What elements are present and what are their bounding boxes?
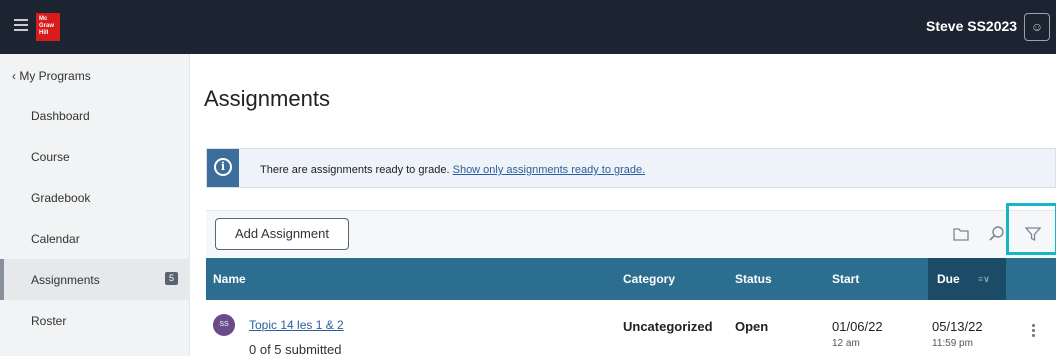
sidebar-item-roster[interactable]: Roster xyxy=(0,300,190,341)
more-options-icon[interactable] xyxy=(1032,324,1036,342)
assignment-name-link[interactable]: Topic 14 les 1 & 2 xyxy=(249,318,344,332)
ready-to-grade-link[interactable]: Show only assignments ready to grade. xyxy=(453,164,646,176)
column-header-category[interactable]: Category xyxy=(623,272,675,286)
sidebar-item-assignments[interactable]: Assignments 5 xyxy=(0,259,190,300)
profile-icon[interactable]: ☺ xyxy=(1024,13,1050,41)
sidebar-item-calendar[interactable]: Calendar xyxy=(0,218,190,259)
grading-alert: i There are assignments ready to grade. … xyxy=(206,148,1056,188)
status-value: Open xyxy=(735,319,769,334)
column-header-name[interactable]: Name xyxy=(213,272,246,286)
table-header: Name Category Status Start Due ≡∨ xyxy=(206,258,1056,300)
top-bar: Mc Graw Hill Steve SS2023 ☺ xyxy=(0,0,1056,54)
sidebar-item-dashboard[interactable]: Dashboard xyxy=(0,95,190,136)
assignments-toolbar: Add Assignment xyxy=(206,203,1056,258)
add-assignment-button[interactable]: Add Assignment xyxy=(215,218,349,250)
start-time: 12 am xyxy=(832,338,860,349)
alert-message: There are assignments ready to grade. xyxy=(260,164,450,176)
back-to-programs-link[interactable]: ‹ My Programs xyxy=(12,69,91,83)
username[interactable]: Steve SS2023 xyxy=(926,18,1017,34)
chevron-left-icon: ‹ xyxy=(12,69,16,83)
search-icon[interactable] xyxy=(988,225,1006,243)
table-row: SS Topic 14 les 1 & 2 0 of 5 submitted U… xyxy=(206,300,1056,357)
mcgraw-hill-logo: Mc Graw Hill xyxy=(36,13,60,41)
avatar: SS xyxy=(213,314,235,336)
sidebar-item-gradebook[interactable]: Gradebook xyxy=(0,177,190,218)
column-header-due[interactable]: Due xyxy=(937,272,960,286)
folder-icon[interactable] xyxy=(952,225,970,243)
due-date: 05/13/22 xyxy=(932,319,983,334)
column-header-status[interactable]: Status xyxy=(735,272,772,286)
menu-icon[interactable] xyxy=(14,19,28,33)
back-label: My Programs xyxy=(19,69,91,83)
start-date: 01/06/22 xyxy=(832,319,883,334)
category-value: Uncategorized xyxy=(623,319,713,334)
due-time: 11:59 pm xyxy=(932,338,973,349)
info-icon: i xyxy=(214,158,232,176)
submission-count: 0 of 5 submitted xyxy=(249,342,342,357)
sidebar-item-course[interactable]: Course xyxy=(0,136,190,177)
sort-icon[interactable]: ≡∨ xyxy=(978,274,990,285)
sidebar: ‹ My Programs Dashboard Course Gradebook… xyxy=(0,54,190,356)
filter-icon[interactable] xyxy=(1024,225,1042,243)
page-title: Assignments xyxy=(204,86,330,111)
assignments-count-badge: 5 xyxy=(165,272,178,285)
column-header-start[interactable]: Start xyxy=(832,272,859,286)
